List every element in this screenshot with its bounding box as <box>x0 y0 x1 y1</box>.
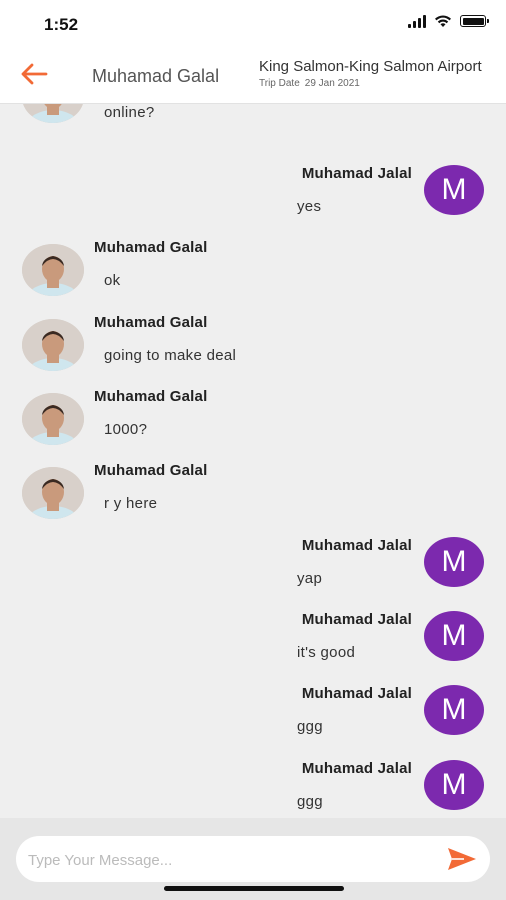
message-sender: Muhamad Jalal <box>301 537 412 554</box>
signal-icon <box>408 14 426 28</box>
message-sender: Muhamad Galal <box>94 388 208 405</box>
message-sender: Muhamad Jalal <box>301 685 412 702</box>
user-avatar: M <box>424 685 484 735</box>
send-button[interactable] <box>446 846 478 872</box>
message-item: Muhamad Jalal ggg M <box>0 760 506 818</box>
message-item: Muhamad Jalal ggg M <box>0 685 506 755</box>
back-button[interactable] <box>18 60 50 88</box>
message-text: 1000? <box>104 421 148 438</box>
message-text: yes <box>297 198 322 215</box>
contact-avatar <box>22 467 84 519</box>
status-icons <box>408 14 489 28</box>
message-item: Muhamad Jalal yes M <box>0 165 506 235</box>
message-item: Muhamad Jalal it's good M <box>0 611 506 681</box>
user-avatar: M <box>424 165 484 215</box>
message-sender: Muhamad Jalal <box>301 611 412 628</box>
wifi-icon <box>435 15 451 27</box>
message-text: going to make deal <box>104 347 237 364</box>
send-icon <box>448 848 476 870</box>
message-text: ggg <box>297 793 323 810</box>
contact-avatar <box>22 393 84 445</box>
message-item: Muhamad Galal ok <box>0 239 506 309</box>
arrow-left-icon <box>21 63 48 85</box>
message-text: ok <box>104 272 121 289</box>
user-avatar: M <box>424 611 484 661</box>
message-item: Muhamad Galal r y here <box>0 462 506 532</box>
message-input[interactable] <box>26 836 440 884</box>
message-text: ggg <box>297 718 323 735</box>
message-text: r y here <box>104 495 158 512</box>
message-sender: Muhamad Galal <box>94 462 208 479</box>
message-input-wrap <box>16 836 490 884</box>
contact-avatar <box>22 104 84 123</box>
trip-route: King Salmon-King Salmon Airport <box>259 58 482 75</box>
message-sender: Muhamad Jalal <box>301 165 412 182</box>
message-item: Muhamad Jalal yap M <box>0 537 506 607</box>
status-time: 1:52 <box>44 15 79 34</box>
message-sender: Muhamad Galal <box>94 314 208 331</box>
contact-name: Muhamad Galal <box>92 66 220 86</box>
trip-date: 29 Jan 2021 <box>304 78 360 89</box>
message-item: online? <box>0 104 506 141</box>
user-avatar: M <box>424 760 484 810</box>
chat-screen: 1:52 Muhamad Galal King Salmon-King Salm… <box>0 0 506 900</box>
chat-header: Muhamad Galal King Salmon-King Salmon Ai… <box>0 48 506 104</box>
contact-avatar <box>22 319 84 371</box>
contact-avatar <box>22 244 84 296</box>
message-item: Muhamad Galal going to make deal <box>0 314 506 384</box>
message-text: it's good <box>297 644 356 661</box>
message-text: online? <box>104 104 155 121</box>
user-avatar: M <box>424 537 484 587</box>
home-indicator[interactable] <box>164 886 344 891</box>
trip-info: King Salmon-King Salmon Airport Trip Dat… <box>259 58 506 89</box>
status-bar: 1:52 <box>0 0 506 48</box>
message-list[interactable]: online? Muhamad Jalal yes M Muhamad Gala… <box>0 104 506 818</box>
trip-date-row: Trip Date 29 Jan 2021 <box>259 78 506 89</box>
message-item: Muhamad Galal 1000? <box>0 388 506 458</box>
message-sender: Muhamad Jalal <box>301 760 412 777</box>
message-sender: Muhamad Galal <box>94 239 208 256</box>
battery-icon <box>460 15 489 27</box>
trip-date-label: Trip Date <box>259 78 300 89</box>
message-text: yap <box>297 570 323 587</box>
